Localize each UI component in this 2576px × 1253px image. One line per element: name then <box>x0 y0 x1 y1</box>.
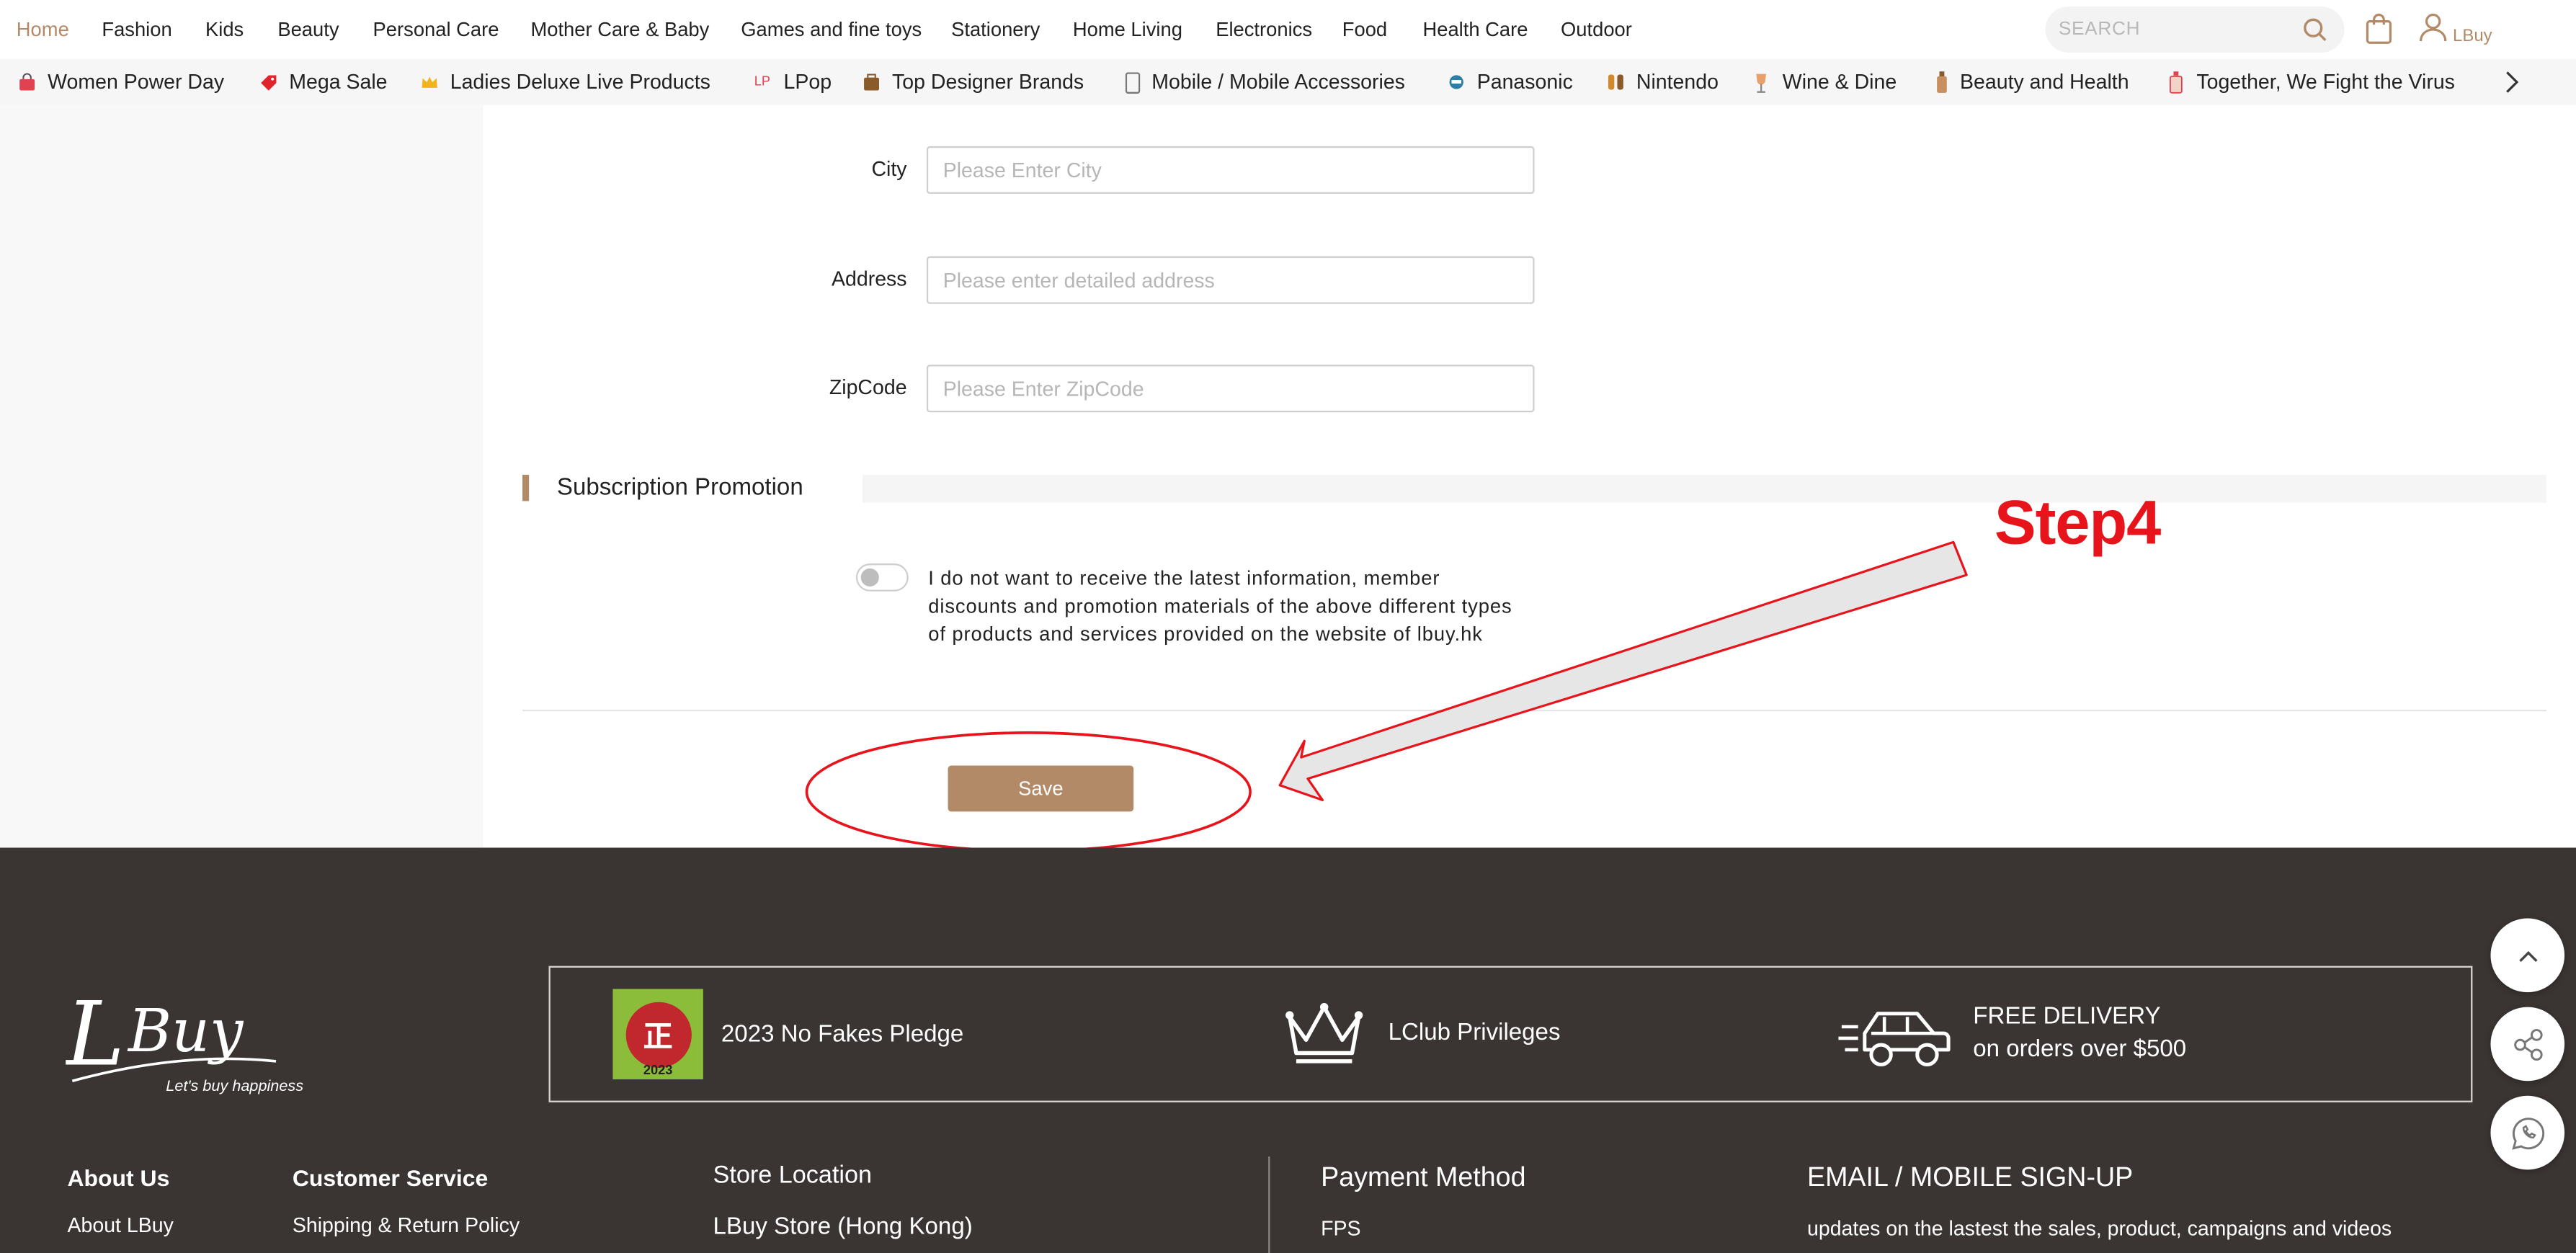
nav-item-personal-care[interactable]: Personal Care <box>373 18 499 41</box>
lclub-privileges[interactable]: LClub Privileges <box>1389 1020 1561 1046</box>
divider <box>522 709 2546 712</box>
nav-item-outdoor[interactable]: Outdoor <box>1561 18 1632 41</box>
toggle-knob <box>860 568 879 587</box>
search-box[interactable]: SEARCH <box>2045 6 2345 53</box>
seal-disc: 正 <box>625 1001 691 1067</box>
zipcode-placeholder: Please Enter ZipCode <box>942 378 1144 401</box>
delivery-car-icon <box>1838 1012 1951 1066</box>
category-top-designer-brands[interactable]: Top Designer Brands <box>892 71 1084 94</box>
store-hong-kong-link[interactable]: LBuy Store (Hong Kong) <box>713 1214 973 1240</box>
zipcode-input[interactable]: Please Enter ZipCode <box>926 365 1535 413</box>
left-sidebar <box>0 104 483 848</box>
category-bar: Women Power Day Mega Sale Ladies Deluxe … <box>0 59 2576 105</box>
category-fight-virus[interactable]: Together, We Fight the Virus <box>2196 71 2455 94</box>
step-label: Step4 <box>1994 489 2161 559</box>
seal-year: 2023 <box>643 1063 673 1078</box>
game-console-icon <box>1607 72 1625 92</box>
back-to-top-button[interactable] <box>2490 918 2565 993</box>
share-button[interactable] <box>2490 1007 2565 1082</box>
lbuy-logo[interactable]: L Buy <box>66 969 295 1094</box>
nav-item-fashion[interactable]: Fashion <box>102 18 171 41</box>
category-mobile-accessories[interactable]: Mobile / Mobile Accessories <box>1151 71 1405 94</box>
benefits-box: 正 2023 2023 No Fakes Pledge LClub Privil… <box>548 966 2473 1102</box>
top-nav: Home Fashion Kids Beauty Personal Care M… <box>0 0 2576 60</box>
username[interactable]: LBuy <box>2453 26 2492 45</box>
save-button[interactable]: Save <box>948 765 1134 812</box>
appliance-icon <box>1448 72 1466 92</box>
phone-icon <box>1124 71 1142 93</box>
nav-item-food[interactable]: Food <box>1342 18 1387 41</box>
zipcode-label: ZipCode <box>829 376 907 400</box>
category-lpop[interactable]: LPop <box>784 71 832 94</box>
nav-item-electronics[interactable]: Electronics <box>1216 18 1312 41</box>
category-mega-sale[interactable]: Mega Sale <box>289 71 387 94</box>
category-nintendo[interactable]: Nintendo <box>1636 71 1719 94</box>
shipping-return-link[interactable]: Shipping & Return Policy <box>293 1214 520 1237</box>
about-lbuy-link[interactable]: About LBuy <box>67 1214 173 1237</box>
whatsapp-button[interactable] <box>2490 1095 2565 1170</box>
store-location-heading: Store Location <box>713 1161 873 1190</box>
handbag-icon <box>18 72 36 92</box>
whatsapp-icon <box>2511 1117 2544 1149</box>
nav-item-health-care[interactable]: Health Care <box>1422 18 1528 41</box>
footer: L Buy Let's buy happiness 正 2023 2023 No… <box>0 847 2576 1253</box>
no-fakes-pledge[interactable]: 2023 No Fakes Pledge <box>721 1022 963 1048</box>
svg-text:Buy: Buy <box>127 997 244 1066</box>
city-placeholder: Please Enter City <box>942 159 1102 183</box>
category-wine-dine[interactable]: Wine & Dine <box>1783 71 1897 94</box>
search-input[interactable]: SEARCH <box>2059 19 2140 39</box>
about-us-heading: About Us <box>67 1164 170 1191</box>
wine-glass-icon <box>1751 72 1769 92</box>
signup-text: updates on the lastest the sales, produc… <box>1807 1217 2392 1241</box>
customer-service-heading: Customer Service <box>292 1164 489 1191</box>
brand-bag-icon <box>863 72 881 92</box>
share-icon <box>2513 1027 2542 1060</box>
chevron-up-icon <box>2518 950 2537 961</box>
free-delivery-subtitle[interactable]: on orders over $500 <box>1973 1033 2186 1066</box>
category-women-power-day[interactable]: Women Power Day <box>48 71 224 94</box>
category-ladies-deluxe[interactable]: Ladies Deluxe Live Products <box>450 71 710 94</box>
sanitizer-icon <box>2167 71 2185 94</box>
nav-item-games[interactable]: Games and fine toys <box>741 18 922 41</box>
lp-icon: LP <box>754 73 771 89</box>
nav-item-mother-care[interactable]: Mother Care & Baby <box>530 18 709 41</box>
section-marker <box>522 474 530 501</box>
footer-divider <box>1268 1156 1270 1253</box>
shopping-bag-icon[interactable] <box>2364 13 2394 44</box>
address-label: Address <box>832 267 907 291</box>
no-fakes-seal[interactable]: 正 2023 <box>612 989 703 1079</box>
opt-out-toggle[interactable] <box>855 563 909 592</box>
crown-icon <box>421 72 439 92</box>
payment-method-heading: Payment Method <box>1321 1163 1526 1193</box>
tagline: Let's buy happiness <box>166 1077 304 1096</box>
sale-tag-icon <box>259 72 277 92</box>
nav-item-kids[interactable]: Kids <box>205 18 244 41</box>
crown-outline-icon <box>1285 1002 1363 1064</box>
nav-item-home[interactable]: Home <box>17 18 69 41</box>
nav-item-home-living[interactable]: Home Living <box>1073 18 1182 41</box>
chevron-right-icon[interactable] <box>2504 69 2521 95</box>
fps-link[interactable]: FPS <box>1321 1217 1360 1240</box>
search-icon[interactable] <box>2301 17 2327 43</box>
section-title: Subscription Promotion <box>556 474 803 501</box>
bottle-icon <box>1932 71 1950 93</box>
category-panasonic[interactable]: Panasonic <box>1477 71 1573 94</box>
city-label: City <box>871 157 907 181</box>
signup-heading: EMAIL / MOBILE SIGN-UP <box>1807 1163 2134 1193</box>
page: Home Fashion Kids Beauty Personal Care M… <box>0 0 2576 1253</box>
nav-item-stationery[interactable]: Stationery <box>951 18 1040 41</box>
free-delivery-title[interactable]: FREE DELIVERY <box>1973 1001 2160 1034</box>
category-beauty-health[interactable]: Beauty and Health <box>1960 71 2129 94</box>
nav-item-beauty[interactable]: Beauty <box>277 18 339 41</box>
address-input[interactable]: Please enter detailed address <box>926 256 1535 304</box>
address-placeholder: Please enter detailed address <box>942 269 1215 293</box>
section-header-bar <box>863 474 2546 503</box>
city-input[interactable]: Please Enter City <box>926 146 1535 195</box>
opt-out-text: I do not want to receive the latest info… <box>928 566 1512 646</box>
user-icon[interactable] <box>2418 12 2448 43</box>
